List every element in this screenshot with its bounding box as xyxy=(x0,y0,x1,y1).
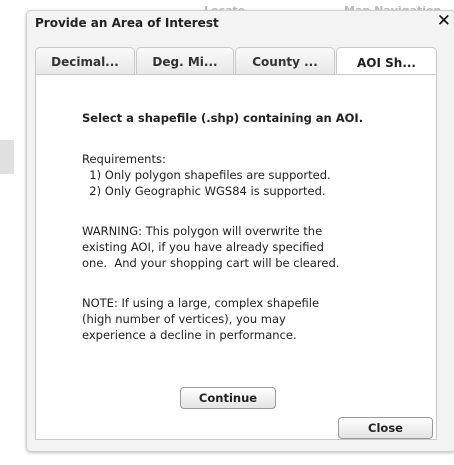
requirements-title: Requirements: xyxy=(82,152,166,166)
instruction-heading: Select a shapefile (.shp) containing an … xyxy=(82,111,364,125)
tab-degrees-minutes[interactable]: Deg. Mi... xyxy=(136,47,234,75)
requirement-2: 2) Only Geographic WGS84 is supported. xyxy=(82,184,326,198)
tab-panel: Select a shapefile (.shp) containing an … xyxy=(35,74,437,440)
tab-decimal[interactable]: Decimal... xyxy=(35,47,135,75)
close-button[interactable]: Close xyxy=(338,417,433,439)
note-line-3: experience a decline in performance. xyxy=(82,328,297,342)
continue-button[interactable]: Continue xyxy=(180,387,276,409)
warning-line-3: one. And your shopping cart will be clea… xyxy=(82,256,340,270)
note-line-1: NOTE: If using a large, complex shapefil… xyxy=(82,296,320,310)
tab-aoi-shapefile[interactable]: AOI Sh... xyxy=(336,47,437,77)
background-sidebar xyxy=(0,140,14,174)
dialog-title: Provide an Area of Interest xyxy=(35,16,219,30)
aoi-dialog: Provide an Area of Interest ✕ Decimal...… xyxy=(26,10,454,452)
close-icon[interactable]: ✕ xyxy=(437,12,451,30)
tab-bar: Decimal... Deg. Mi... County ... AOI Sh.… xyxy=(35,47,454,77)
tab-county[interactable]: County ... xyxy=(235,47,335,75)
warning-line-1: WARNING: This polygon will overwrite the xyxy=(82,224,323,238)
warning-line-2: existing AOI, if you have already specif… xyxy=(82,240,324,254)
requirement-1: 1) Only polygon shapefiles are supported… xyxy=(82,168,331,182)
note-line-2: (high number of vertices), you may xyxy=(82,312,286,326)
